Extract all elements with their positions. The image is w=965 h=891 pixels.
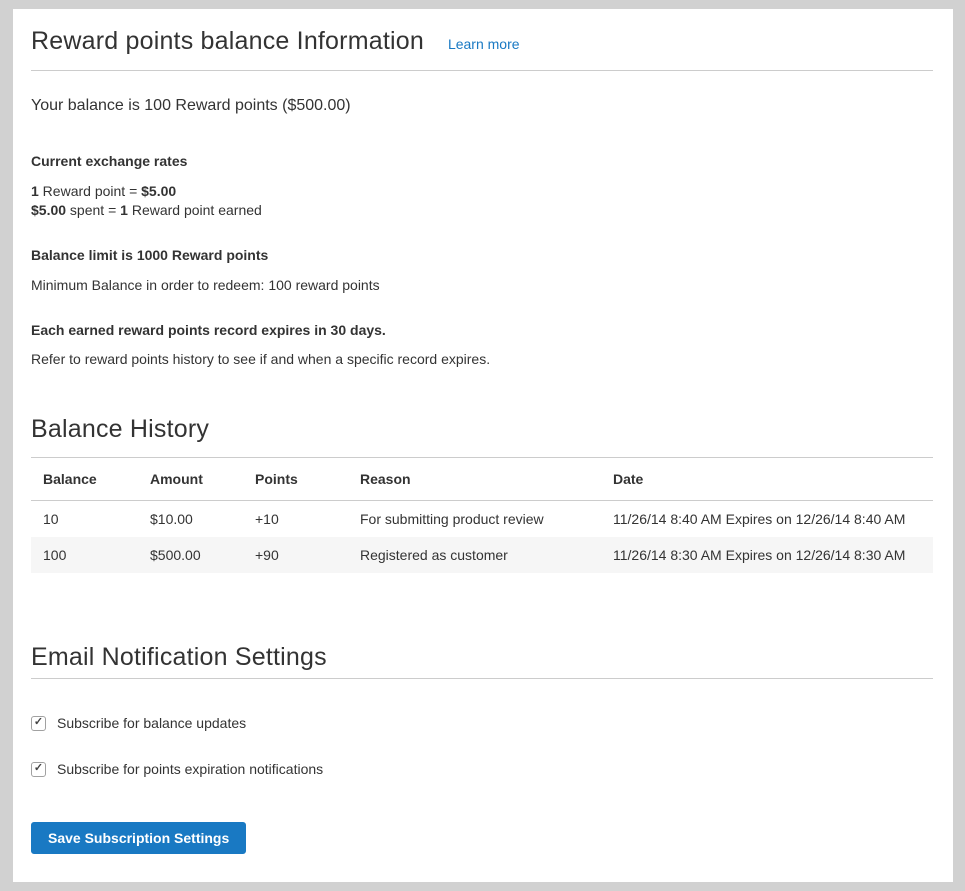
table-row: 100 $500.00 +90 Registered as customer 1… — [31, 537, 933, 573]
rate2-amount-value: $5.00 — [31, 202, 66, 218]
table-header-row: Balance Amount Points Reason Date — [31, 458, 933, 501]
exchange-rate-line-1: 1 Reward point = $5.00 — [31, 182, 933, 201]
learn-more-link[interactable]: Learn more — [448, 36, 520, 52]
email-settings-header: Email Notification Settings — [31, 643, 933, 679]
email-settings-title: Email Notification Settings — [31, 643, 933, 672]
cell-amount: $10.00 — [138, 501, 243, 538]
rate1-amount-value: $5.00 — [141, 183, 176, 199]
subscribe-expiration-notifications-option: ✓ Subscribe for points expiration notifi… — [31, 761, 933, 777]
balance-limit-text: Balance limit is 1000 Reward points — [31, 247, 933, 263]
exchange-rates-heading: Current exchange rates — [31, 153, 933, 169]
balance-summary: Your balance is 100 Reward points ($500.… — [31, 97, 933, 115]
subscribe-expiration-notifications-label: Subscribe for points expiration notifica… — [57, 761, 323, 777]
checkmark-icon: ✓ — [34, 717, 43, 728]
cell-amount: $500.00 — [138, 537, 243, 573]
balance-history-title: Balance History — [31, 415, 933, 444]
column-header-points: Points — [243, 458, 348, 501]
exchange-rate-line-2: $5.00 spent = 1 Reward point earned — [31, 201, 933, 220]
checkmark-icon: ✓ — [34, 763, 43, 774]
rate2-points-value: 1 — [120, 202, 128, 218]
rate2-text: spent = — [66, 202, 120, 218]
column-header-balance: Balance — [31, 458, 138, 501]
table-row: 10 $10.00 +10 For submitting product rev… — [31, 501, 933, 538]
expiration-heading: Each earned reward points record expires… — [31, 322, 933, 338]
exchange-rates: 1 Reward point = $5.00 $5.00 spent = 1 R… — [31, 182, 933, 220]
balance-history-table: Balance Amount Points Reason Date 10 $10… — [31, 457, 933, 573]
page-title: Reward points balance Information — [31, 27, 424, 56]
subscribe-balance-updates-label: Subscribe for balance updates — [57, 715, 246, 731]
expiration-note: Refer to reward points history to see if… — [31, 351, 933, 367]
column-header-date: Date — [601, 458, 933, 501]
cell-balance: 10 — [31, 501, 138, 538]
cell-points: +90 — [243, 537, 348, 573]
rate2-text-end: Reward point earned — [128, 202, 262, 218]
column-header-amount: Amount — [138, 458, 243, 501]
cell-reason: Registered as customer — [348, 537, 601, 573]
minimum-balance-text: Minimum Balance in order to redeem: 100 … — [31, 277, 933, 293]
column-header-reason: Reason — [348, 458, 601, 501]
cell-points: +10 — [243, 501, 348, 538]
cell-reason: For submitting product review — [348, 501, 601, 538]
cell-date: 11/26/14 8:40 AM Expires on 12/26/14 8:4… — [601, 501, 933, 538]
reward-points-panel: Reward points balance Information Learn … — [13, 9, 953, 882]
rate1-text: Reward point = — [39, 183, 141, 199]
cell-balance: 100 — [31, 537, 138, 573]
subscribe-balance-updates-checkbox[interactable]: ✓ — [31, 716, 46, 731]
subscribe-expiration-notifications-checkbox[interactable]: ✓ — [31, 762, 46, 777]
page-header: Reward points balance Information Learn … — [31, 27, 933, 71]
save-subscription-settings-button[interactable]: Save Subscription Settings — [31, 822, 246, 854]
cell-date: 11/26/14 8:30 AM Expires on 12/26/14 8:3… — [601, 537, 933, 573]
subscribe-balance-updates-option: ✓ Subscribe for balance updates — [31, 715, 933, 731]
rate1-points-value: 1 — [31, 183, 39, 199]
